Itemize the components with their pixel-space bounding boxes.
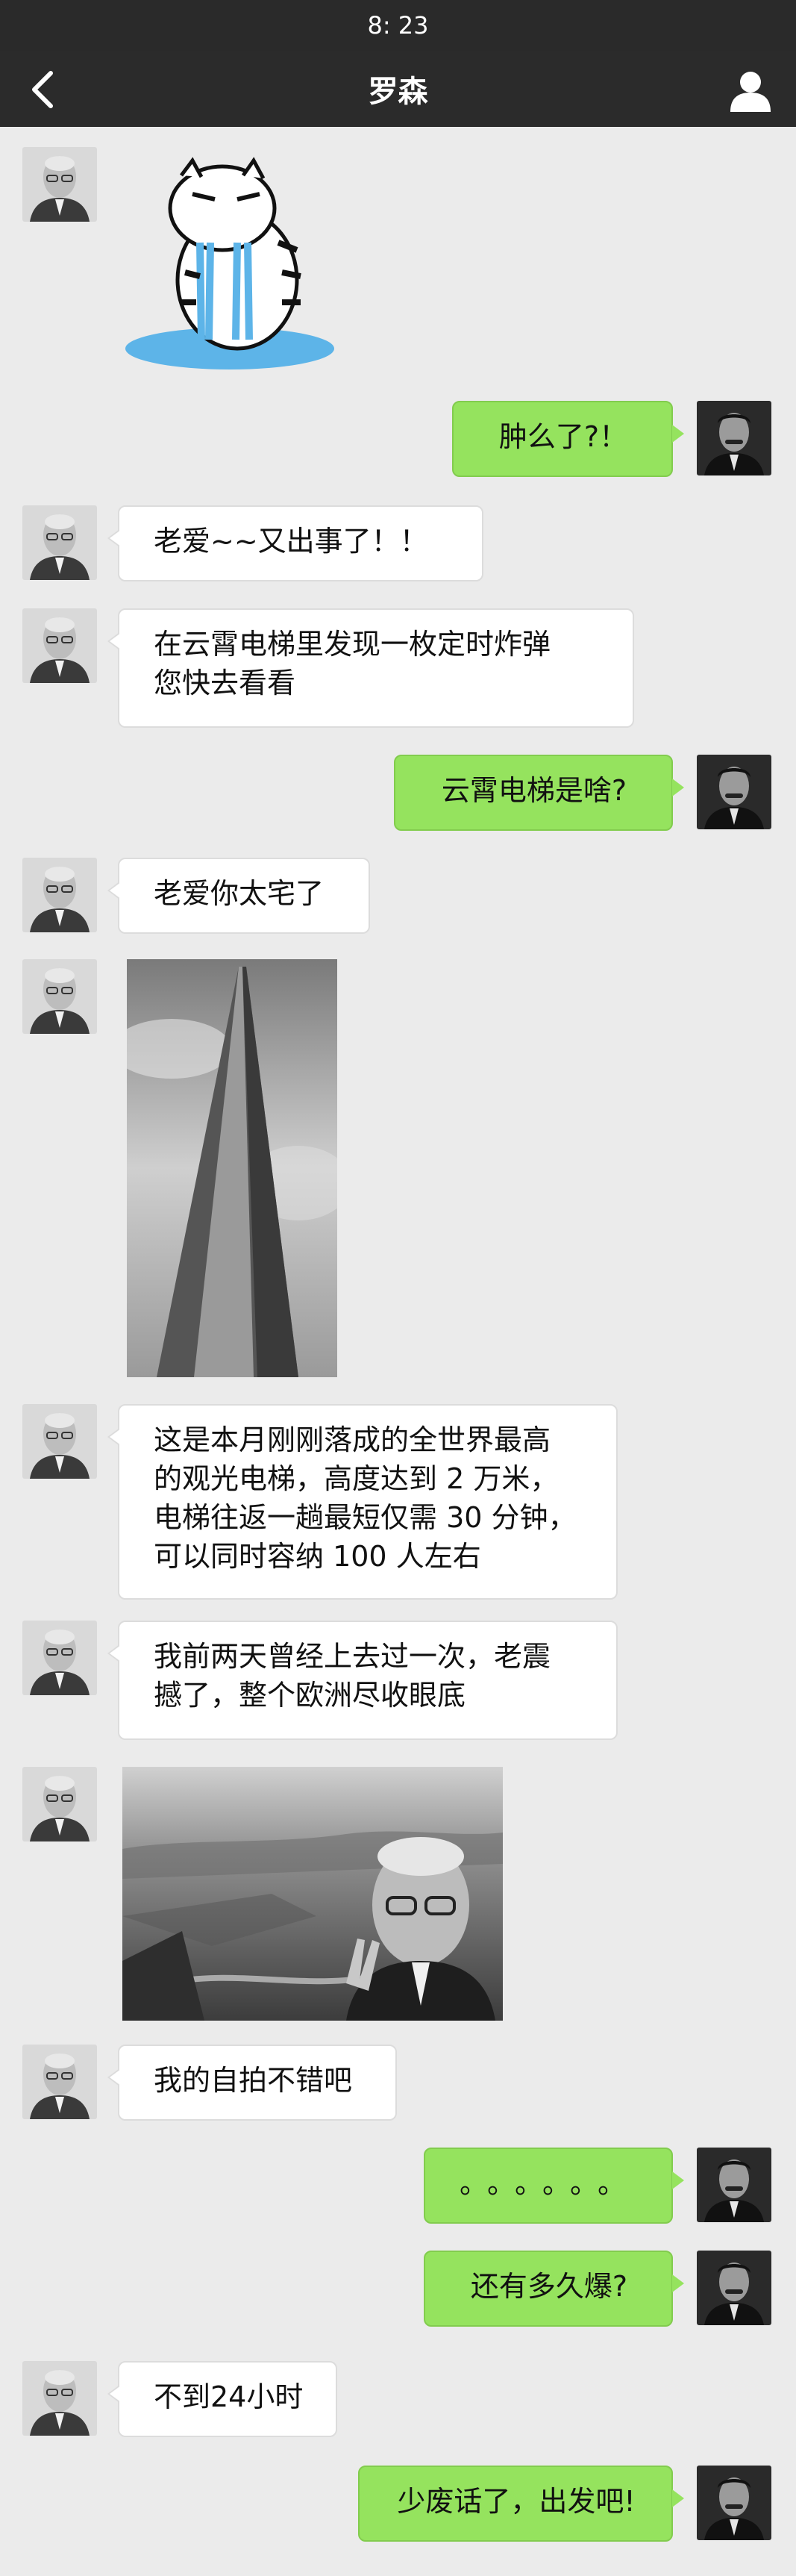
avatar[interactable] [697, 2466, 771, 2540]
message-bubble[interactable]: 我的自拍不错吧 [107, 2045, 397, 2121]
message-bubble[interactable]: 少废话了，出发吧! [358, 2466, 684, 2542]
crying-tiger-sticker[interactable] [118, 153, 342, 377]
message-bubble[interactable]: 。。。。。。 [424, 2148, 684, 2224]
avatar[interactable] [22, 608, 97, 683]
status-bar: 8: 23 [0, 0, 796, 51]
message-bubble[interactable]: 不到24小时 [107, 2361, 337, 2437]
avatar[interactable] [697, 755, 771, 829]
avatar[interactable] [697, 401, 771, 475]
nav-bar: 罗森 [0, 51, 796, 127]
avatar[interactable] [22, 2361, 97, 2436]
message-bubble[interactable]: 还有多久爆? [424, 2251, 684, 2327]
avatar[interactable] [22, 858, 97, 932]
message-bubble[interactable]: 这是本月刚刚落成的全世界最高 的观光电梯，高度达到 2 万米， 电梯往返一趟最短… [107, 1404, 618, 1600]
message-bubble[interactable]: 在云霄电梯里发现一枚定时炸弹 您快去看看 [107, 608, 634, 728]
status-time: 8: 23 [367, 11, 429, 40]
avatar[interactable] [22, 505, 97, 580]
message-bubble[interactable]: 云霄电梯是啥? [394, 755, 684, 831]
message-bubble[interactable]: 老爱~~又出事了！！ [107, 505, 483, 581]
avatar[interactable] [22, 1404, 97, 1479]
chat-title: 罗森 [368, 75, 428, 109]
avatar[interactable] [22, 147, 97, 222]
avatar[interactable] [22, 2045, 97, 2119]
selfie-photo[interactable] [122, 1767, 503, 2021]
message-bubble[interactable]: 老爱你太宅了 [107, 858, 370, 934]
avatar[interactable] [697, 2148, 771, 2222]
tower-photo[interactable] [127, 959, 337, 1377]
message-bubble[interactable]: 肿么了?！ [452, 401, 684, 477]
avatar[interactable] [22, 1621, 97, 1695]
avatar[interactable] [22, 959, 97, 1034]
person-icon[interactable] [727, 67, 774, 113]
avatar[interactable] [22, 1767, 97, 1841]
message-bubble[interactable]: 我前两天曾经上去过一次，老震 撼了，整个欧洲尽收眼底 [107, 1621, 618, 1740]
avatar[interactable] [697, 2251, 771, 2325]
